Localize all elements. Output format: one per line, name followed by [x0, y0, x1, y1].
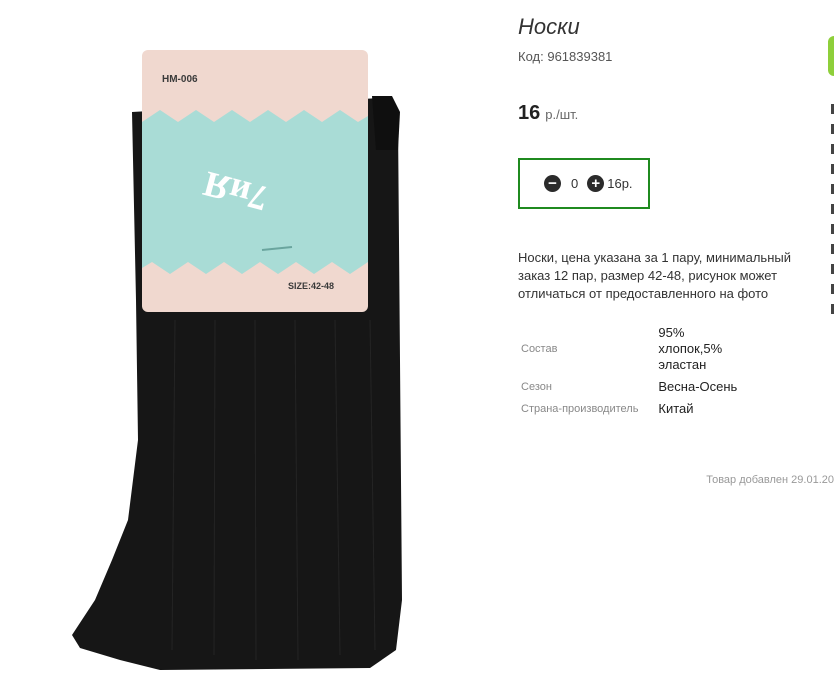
- plus-circle-icon[interactable]: +: [587, 175, 605, 192]
- side-cart-tab[interactable]: [828, 36, 834, 76]
- product-description: Носки, цена указана за 1 пару, минимальн…: [518, 250, 791, 301]
- property-value: 95% хлопок,5% эластан: [658, 325, 723, 372]
- product-info: Носки Код: 961839381 16 р./шт. − 0 + 16р.…: [518, 0, 834, 683]
- minus-circle-icon[interactable]: −: [544, 175, 561, 192]
- property-row-composition: Состав 95% хлопок,5% эластан: [518, 325, 748, 373]
- sock-cuff: [372, 96, 400, 150]
- product-photo[interactable]: HM-006 7иЯ SIZE:42-48: [0, 0, 500, 683]
- quantity-value: 0: [571, 176, 579, 191]
- property-label: Сезон: [521, 380, 552, 393]
- property-value: Китай: [658, 401, 694, 416]
- quantity-sum: 16р.: [607, 176, 633, 191]
- tag-size: SIZE:42-48: [288, 281, 334, 291]
- price-value: 16: [518, 102, 541, 124]
- product-price: 16 р./шт.: [518, 102, 578, 125]
- property-row-season: Сезон Весна-Осень: [518, 379, 748, 395]
- property-value: Весна-Осень: [658, 379, 738, 394]
- property-label: Состав: [521, 342, 558, 355]
- sock-image: HM-006 7иЯ SIZE:42-48: [72, 50, 402, 670]
- product-code-value: 961839381: [547, 49, 613, 64]
- product-title: Носки: [518, 14, 580, 39]
- property-row-country: Страна-производитель Китай: [518, 401, 748, 417]
- tag-model: HM-006: [162, 74, 198, 85]
- product-properties: Состав 95% хлопок,5% эластан Сезон Весна…: [518, 325, 748, 423]
- price-unit: р./шт.: [545, 107, 579, 122]
- product-code-label: Код:: [518, 49, 544, 64]
- property-label: Страна-производитель: [521, 402, 639, 415]
- quantity-stepper: − 0 + 16р.: [518, 158, 650, 209]
- added-date: Товар добавлен 29.01.20: [706, 474, 834, 486]
- product-code: Код: 961839381: [518, 49, 612, 64]
